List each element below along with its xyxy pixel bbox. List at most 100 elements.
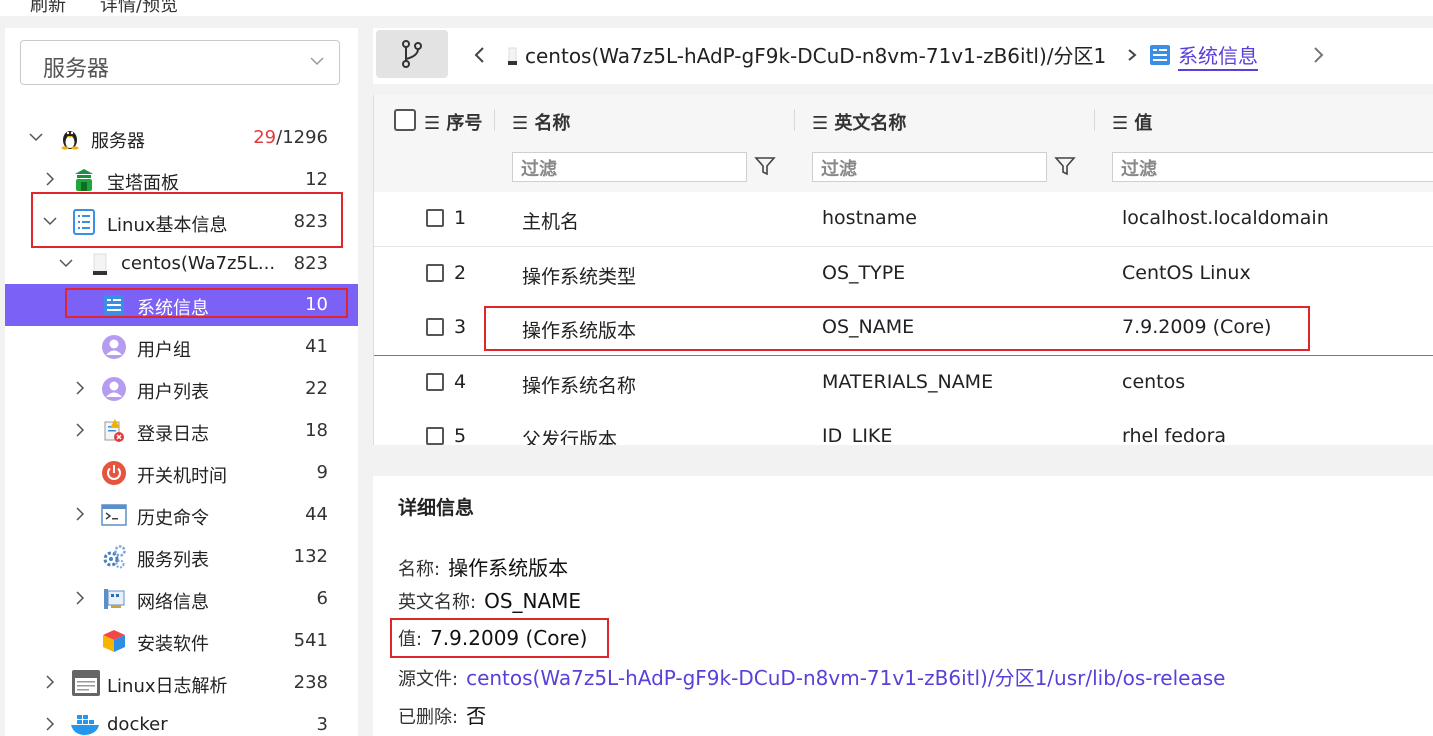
tree-item-label: 系统信息: [137, 298, 209, 319]
chevron-right-icon[interactable]: [43, 717, 57, 731]
tree-item-baota[interactable]: 宝塔面板 12: [5, 159, 358, 201]
table-row[interactable]: 5 父发行版本 ID_LIKE rhel fedora: [374, 410, 1433, 445]
column-divider[interactable]: [1094, 109, 1095, 131]
tree-item-login-log[interactable]: 登录日志 18: [5, 410, 358, 452]
column-header-seq[interactable]: ☰ 序号: [424, 109, 482, 135]
row-checkbox[interactable]: [426, 427, 444, 445]
chevron-right-icon[interactable]: [73, 591, 87, 605]
tree-item-history-commands[interactable]: 历史命令 44: [5, 494, 358, 536]
category-select[interactable]: 服务器: [20, 40, 340, 85]
chevron-down-icon[interactable]: [59, 256, 73, 270]
funnel-icon[interactable]: [1054, 155, 1076, 177]
value-filter-input[interactable]: 过滤: [1112, 152, 1433, 182]
cell-en-name: OS_TYPE: [822, 262, 906, 284]
column-header-en-name[interactable]: ☰ 英文名称: [812, 109, 906, 135]
chevron-down-icon[interactable]: [29, 130, 43, 144]
log-icon: [71, 670, 101, 696]
breadcrumb-bar: centos(Wa7z5L-hAdP-gF9k-DCuD-n8vm-71v1-z…: [373, 28, 1433, 84]
table-row[interactable]: 1 主机名 hostname localhost.localdomain: [374, 192, 1433, 247]
chevron-right-icon[interactable]: [73, 507, 87, 521]
tree-item-count: 9: [316, 462, 328, 483]
tree-item-network-info[interactable]: 网络信息 6: [5, 578, 358, 620]
chevron-down-icon: [310, 57, 324, 66]
chevron-right-icon[interactable]: [1313, 46, 1325, 64]
row-checkbox[interactable]: [426, 373, 444, 391]
column-header-value[interactable]: ☰ 值: [1112, 109, 1152, 135]
system-info-icon: [101, 292, 127, 318]
cell-value: rhel fedora: [1122, 425, 1227, 445]
tree-item-linux-log-parse[interactable]: Linux日志解析 238: [5, 662, 358, 704]
cell-name: 操作系统版本: [522, 320, 637, 342]
name-filter-input[interactable]: 过滤: [512, 152, 747, 182]
git-branch-icon: [402, 40, 422, 68]
chevron-right-icon[interactable]: [73, 381, 87, 395]
detail-value-line: 值: 7.9.2009 (Core): [398, 626, 588, 650]
en-name-filter-input[interactable]: 过滤: [812, 152, 1047, 182]
column-divider[interactable]: [794, 109, 795, 131]
tree-item-centos-partition[interactable]: centos(Wa7z5L... 823: [5, 243, 358, 285]
category-select-value: 服务器: [43, 57, 110, 82]
cell-name: 操作系统名称: [522, 375, 637, 397]
tree-item-count: 823: [293, 211, 328, 232]
table-row[interactable]: 4 操作系统名称 MATERIALS_NAME centos: [374, 356, 1433, 411]
list-document-icon: [71, 209, 97, 235]
refresh-menu-item[interactable]: 刷新: [30, 0, 66, 16]
filter-row: 过滤 过滤 过滤: [374, 145, 1433, 193]
detail-source-line: 源文件: centos(Wa7z5L-hAdP-gF9k-DCuD-n8vm-71…: [398, 666, 1226, 690]
tree-item-user-group[interactable]: 用户组 41: [5, 326, 358, 368]
tree-item-count: 29/1296: [253, 127, 328, 148]
row-checkbox[interactable]: [426, 264, 444, 282]
tree-item-installed-software[interactable]: 安装软件 541: [5, 620, 358, 662]
funnel-icon[interactable]: [754, 155, 776, 177]
chevron-right-icon[interactable]: [43, 675, 57, 689]
breadcrumb-current[interactable]: 系统信息: [1178, 40, 1258, 71]
column-divider[interactable]: [494, 109, 495, 131]
cell-seq: 1: [454, 207, 467, 229]
table-row-selected[interactable]: 3 操作系统版本 OS_NAME 7.9.2009 (Core): [374, 301, 1433, 356]
tree-item-server[interactable]: 服务器 29/1296: [5, 117, 358, 159]
cell-seq: 5: [454, 425, 467, 445]
baota-icon: [71, 167, 97, 193]
cell-value: 7.9.2009 (Core): [1122, 316, 1272, 338]
chevron-down-icon[interactable]: [43, 214, 57, 228]
cell-en-name: hostname: [822, 207, 917, 229]
chevron-right-icon[interactable]: [73, 423, 87, 437]
row-checkbox[interactable]: [426, 318, 444, 336]
select-all-checkbox[interactable]: [394, 109, 416, 131]
tree-item-label: centos(Wa7z5L...: [121, 253, 276, 274]
detail-name-line: 名称: 操作系统版本: [398, 556, 569, 580]
cell-name: 父发行版本: [522, 429, 618, 445]
tree-item-label: docker: [107, 714, 168, 735]
tree-item-service-list[interactable]: 服务列表 132: [5, 536, 358, 578]
tree-item-power-time[interactable]: 开关机时间 9: [5, 452, 358, 494]
user-group-icon: [101, 334, 127, 360]
tree-item-linux-basic-info[interactable]: Linux基本信息 823: [5, 201, 358, 243]
detail-preview-menu-item[interactable]: 详情/预览: [100, 0, 178, 16]
tree-item-system-info[interactable]: 系统信息 10: [5, 284, 358, 326]
user-list-icon: [101, 376, 127, 402]
row-checkbox[interactable]: [426, 209, 444, 227]
system-info-icon: [1150, 45, 1170, 65]
power-icon: [101, 460, 127, 486]
tree-item-count: 44: [305, 504, 328, 525]
column-header-name[interactable]: ☰ 名称: [512, 109, 570, 135]
source-file-link[interactable]: centos(Wa7z5L-hAdP-gF9k-DCuD-n8vm-71v1-z…: [466, 666, 1225, 690]
table-header: ☰ 序号 ☰ 名称 ☰ 英文名称 ☰ 值: [374, 95, 1433, 146]
chevron-left-icon[interactable]: [473, 46, 485, 64]
tree-item-user-list[interactable]: 用户列表 22: [5, 368, 358, 410]
cell-value: localhost.localdomain: [1122, 207, 1329, 229]
detail-deleted-line: 已删除: 否: [398, 704, 487, 728]
breadcrumb-path[interactable]: centos(Wa7z5L-hAdP-gF9k-DCuD-n8vm-71v1-z…: [525, 40, 1106, 69]
detail-en-name-line: 英文名称: OS_NAME: [398, 589, 582, 613]
cell-name: 主机名: [522, 211, 580, 233]
table-row[interactable]: 2 操作系统类型 OS_TYPE CentOS Linux: [374, 247, 1433, 302]
tree-item-label: 安装软件: [137, 634, 209, 655]
branch-button[interactable]: [376, 30, 448, 78]
chevron-right-icon[interactable]: [43, 172, 57, 186]
tree-item-label: 宝塔面板: [107, 173, 179, 194]
terminal-icon: [101, 502, 127, 528]
tree-item-docker[interactable]: docker 3: [5, 704, 358, 736]
linux-penguin-icon: [57, 125, 83, 151]
gear-cluster-icon: [101, 544, 127, 570]
tree-item-count: 132: [293, 546, 328, 567]
